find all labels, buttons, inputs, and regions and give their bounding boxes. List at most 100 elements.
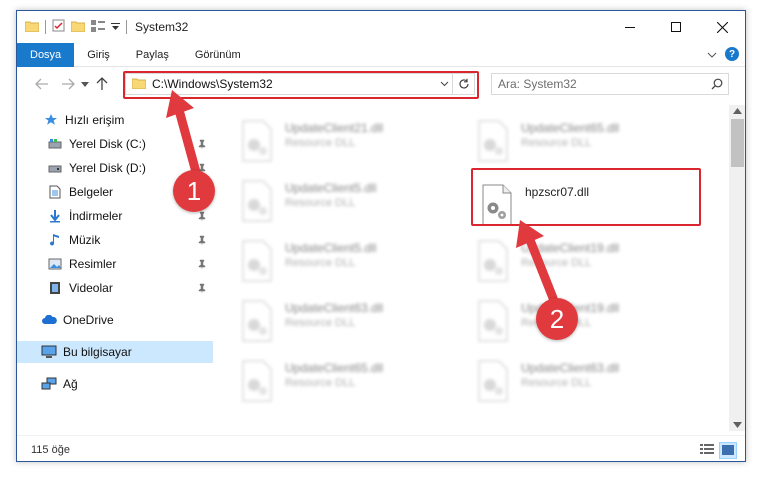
file-text: UpdateClient65.dll Resource DLL xyxy=(521,115,619,149)
nav-item-music[interactable]: Müzik xyxy=(17,229,213,251)
file-item[interactable]: UpdateClient5.dll Resource DLL xyxy=(239,235,471,291)
view-menu-icon[interactable] xyxy=(91,19,105,35)
nav-item-this-pc[interactable]: Bu bilgisayar xyxy=(17,341,213,363)
file-text: UpdateClient63.dll Resource DLL xyxy=(285,295,383,329)
dll-file-icon xyxy=(242,360,272,402)
file-name: UpdateClient5.dll xyxy=(285,181,377,195)
nav-item-label: Yerel Disk (C:) xyxy=(69,137,146,151)
nav-item-quick-access[interactable]: Hızlı erişim xyxy=(17,109,213,131)
expand-ribbon-icon[interactable] xyxy=(707,47,717,61)
search-box[interactable] xyxy=(491,73,729,95)
nav-item-label: Belgeler xyxy=(69,185,114,199)
status-bar: 115 öğe xyxy=(17,435,745,461)
scrollbar-thumb[interactable] xyxy=(731,119,744,167)
pin-icon[interactable] xyxy=(197,282,207,296)
file-text: UpdateClient65.dll Resource DLL xyxy=(285,355,383,389)
file-name: UpdateClient65.dll xyxy=(521,121,620,135)
download-icon xyxy=(47,208,63,224)
customize-qat-icon[interactable] xyxy=(111,20,120,34)
dll-file-icon xyxy=(478,240,508,282)
file-type: Resource DLL xyxy=(521,137,592,149)
large-icons-view-icon[interactable] xyxy=(719,442,737,459)
pin-icon[interactable] xyxy=(197,210,207,224)
file-item[interactable]: UpdateClient19.dll Resource DLL xyxy=(475,295,707,351)
file-type: Resource DLL xyxy=(285,137,356,149)
tab-home[interactable]: Giriş xyxy=(74,43,123,67)
step-1-badge: 1 xyxy=(173,170,215,212)
file-list: UpdateClient21.dll Resource DLL UpdateCl… xyxy=(213,105,729,431)
close-button[interactable] xyxy=(699,11,745,43)
tab-file[interactable]: Dosya xyxy=(17,42,75,67)
back-arrow-icon xyxy=(35,78,48,90)
file-item[interactable]: UpdateClient65.dll Resource DLL xyxy=(239,355,471,411)
file-name: UpdateClient19.dll xyxy=(521,241,620,255)
file-name: UpdateClient21.dll xyxy=(285,121,384,135)
file-item[interactable]: UpdateClient63.dll Resource DLL xyxy=(239,295,471,351)
new-folder-icon[interactable] xyxy=(70,20,86,35)
dll-file-icon xyxy=(242,120,272,162)
tab-view[interactable]: Görünüm xyxy=(182,43,254,67)
dll-file-icon xyxy=(478,300,508,342)
dll-file-icon xyxy=(242,240,272,282)
pin-icon[interactable] xyxy=(197,258,207,272)
help-button[interactable]: ? xyxy=(725,47,739,61)
nav-item-network[interactable]: Ağ xyxy=(17,373,213,395)
scroll-up-icon[interactable] xyxy=(733,108,742,114)
window-controls xyxy=(607,11,745,43)
nav-item-label: Resimler xyxy=(69,257,117,271)
dll-file-icon xyxy=(242,180,272,222)
nav-item-onedrive[interactable]: OneDrive xyxy=(17,309,213,331)
dll-file-icon xyxy=(478,360,508,402)
forward-button[interactable] xyxy=(57,73,79,95)
file-name: UpdateClient65.dll xyxy=(285,361,384,375)
file-item[interactable]: UpdateClient21.dll Resource DLL xyxy=(239,115,471,171)
nav-item-label: İndirmeler xyxy=(69,209,123,223)
file-text: UpdateClient21.dll Resource DLL xyxy=(285,115,383,149)
computer-icon xyxy=(41,344,57,360)
pictures-icon xyxy=(47,256,63,272)
nav-item-label: Bu bilgisayar xyxy=(63,345,132,359)
pin-icon[interactable] xyxy=(197,234,207,248)
file-text: UpdateClient5.dll Resource DLL xyxy=(285,175,376,209)
properties-icon[interactable] xyxy=(52,19,65,35)
item-count: 115 öğe xyxy=(31,443,70,456)
file-type: Resource DLL xyxy=(285,377,356,389)
drive-icon xyxy=(47,136,63,152)
nav-item-videos[interactable]: Videolar xyxy=(17,277,213,299)
file-item[interactable]: UpdateClient65.dll Resource DLL xyxy=(475,115,707,171)
maximize-icon xyxy=(671,22,681,32)
nav-item-local-disk-c[interactable]: Yerel Disk (C:) xyxy=(17,133,213,155)
navigation-pane: Hızlı erişim Yerel Disk (C:) Yerel Disk … xyxy=(17,105,213,431)
step-2-badge: 2 xyxy=(536,298,578,340)
ribbon-tabs: Dosya Giriş Paylaş Görünüm ? xyxy=(17,42,745,67)
recent-locations-button[interactable] xyxy=(79,73,91,95)
nav-item-label: Ağ xyxy=(63,377,78,391)
qat-separator xyxy=(126,20,127,34)
network-icon xyxy=(41,376,57,392)
close-icon xyxy=(716,21,728,33)
file-name: UpdateClient5.dll xyxy=(285,241,377,255)
view-toggles xyxy=(699,442,737,459)
explorer-window: System32 Dosya Giriş Paylaş Görünüm ? C:… xyxy=(16,10,746,462)
minimize-button[interactable] xyxy=(607,11,653,43)
quick-access-toolbar xyxy=(17,19,127,35)
pin-icon[interactable] xyxy=(197,138,207,152)
back-button[interactable] xyxy=(31,73,53,95)
vertical-scrollbar[interactable] xyxy=(729,105,745,431)
details-view-icon[interactable] xyxy=(699,442,715,459)
folder-icon xyxy=(24,20,40,35)
nav-item-pictures[interactable]: Resimler xyxy=(17,253,213,275)
tab-share[interactable]: Paylaş xyxy=(123,43,182,67)
search-icon[interactable] xyxy=(706,78,728,90)
file-type: Resource DLL xyxy=(285,317,356,329)
file-item[interactable]: UpdateClient5.dll Resource DLL xyxy=(239,175,471,231)
file-item[interactable]: UpdateClient19.dll Resource DLL xyxy=(475,235,707,291)
maximize-button[interactable] xyxy=(653,11,699,43)
scroll-down-icon[interactable] xyxy=(733,422,742,428)
file-type: Resource DLL xyxy=(285,257,356,269)
up-button[interactable] xyxy=(91,73,113,95)
drive-icon xyxy=(47,160,63,176)
file-item[interactable]: UpdateClient63.dll Resource DLL xyxy=(475,355,707,411)
search-input[interactable] xyxy=(498,77,706,91)
address-highlight-box xyxy=(123,71,479,99)
